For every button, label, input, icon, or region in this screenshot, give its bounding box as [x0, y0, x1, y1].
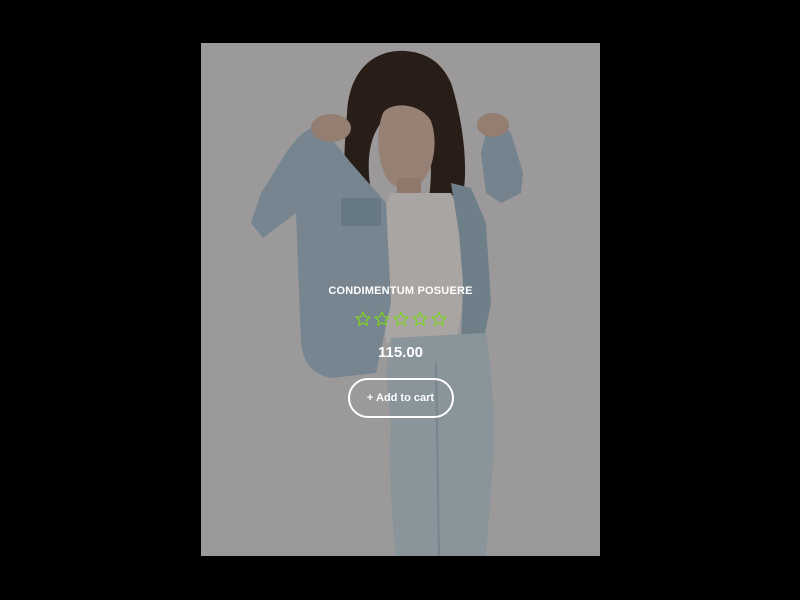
star-outline-icon [354, 311, 371, 326]
star-outline-icon [411, 311, 428, 326]
product-title[interactable]: CONDIMENTUM POSUERE [201, 283, 600, 299]
add-to-cart-button[interactable]: + Add to cart [347, 378, 454, 418]
star-outline-icon [373, 311, 390, 326]
star-outline-icon [430, 311, 447, 326]
star-outline-icon [392, 311, 409, 326]
product-price: 115.00 [377, 344, 424, 361]
product-info: CONDIMENTUM POSUERE 115.00 + Add to cart [201, 283, 600, 418]
product-card[interactable]: CONDIMENTUM POSUERE 115.00 + Add to cart [201, 43, 600, 556]
viewport: CONDIMENTUM POSUERE 115.00 + Add to cart [0, 0, 800, 600]
product-rating [201, 310, 600, 330]
